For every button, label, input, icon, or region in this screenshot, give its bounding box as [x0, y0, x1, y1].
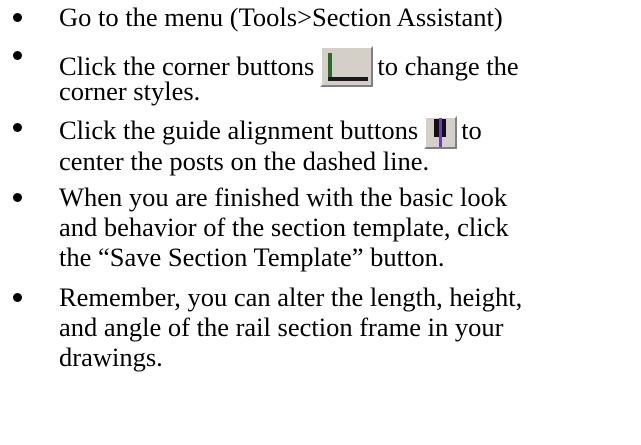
list-item: Go to the menu (Tools>Section Assistant)	[0, 2, 503, 32]
instruction-text: drawings.	[59, 342, 163, 372]
instruction-text: the “Save Section Template” button.	[59, 242, 445, 272]
instruction-text: to	[461, 115, 482, 145]
instruction-text: Go to the menu (Tools>Section Assistant)	[59, 2, 503, 32]
bullet-icon	[13, 51, 22, 60]
bullet-icon	[13, 193, 22, 202]
guide-alignment-button-icon	[424, 116, 458, 149]
guide-line	[439, 118, 443, 147]
list-item: Remember, you can alter the length, heig…	[0, 282, 522, 372]
list-item: Click the corner buttons to change the co…	[0, 40, 519, 106]
instruction-document: Go to the menu (Tools>Section Assistant)…	[0, 0, 641, 445]
instruction-line: Click the guide alignment buttons to	[59, 112, 482, 149]
instruction-text: to change the	[377, 51, 519, 81]
instruction-line: Click the corner buttons to change the	[59, 40, 519, 87]
bullet-icon	[13, 13, 22, 22]
instruction-text: and angle of the rail section frame in y…	[59, 312, 504, 342]
corner-button-icon	[320, 46, 374, 87]
instruction-text: and behavior of the section template, cl…	[59, 212, 509, 242]
bullet-icon	[13, 123, 22, 132]
instruction-text: center the posts on the dashed line.	[59, 146, 430, 176]
corner-horizontal-bar	[328, 77, 369, 81]
list-item: When you are finished with the basic loo…	[0, 182, 509, 272]
bullet-icon	[13, 293, 22, 302]
instruction-text: When you are finished with the basic loo…	[59, 182, 508, 212]
instruction-text: Remember, you can alter the length, heig…	[59, 282, 523, 312]
instruction-text: Click the guide alignment buttons	[59, 115, 419, 145]
list-item: Click the guide alignment buttons to cent…	[0, 112, 482, 176]
